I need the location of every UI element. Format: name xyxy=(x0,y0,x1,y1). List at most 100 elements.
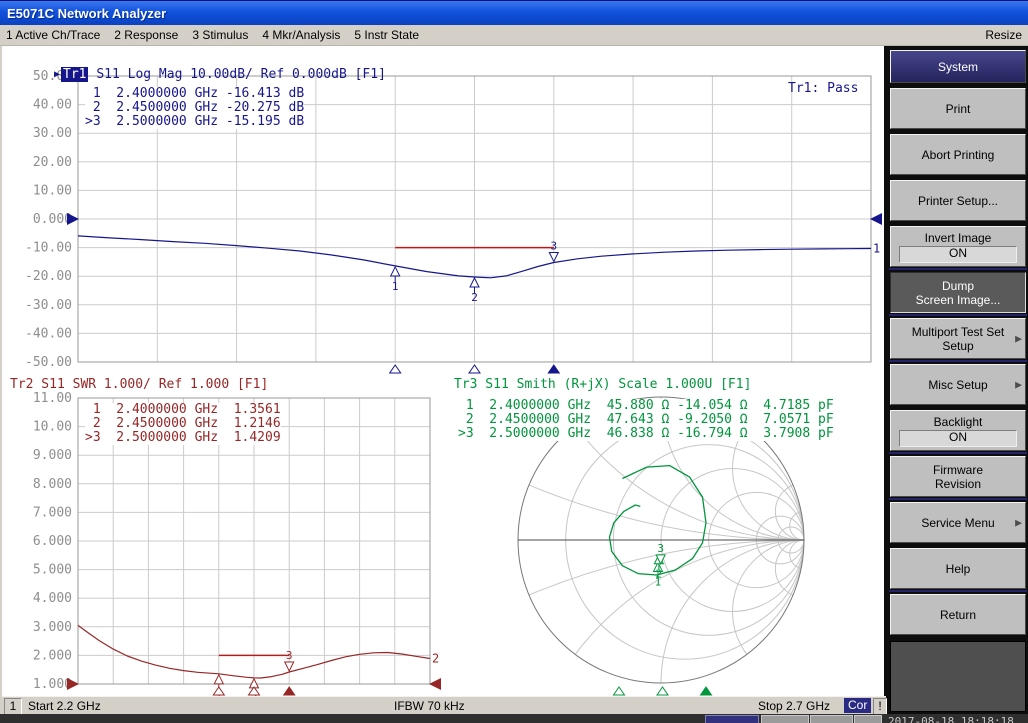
menu-bar: 1 Active Ch/Trace 2 Response 3 Stimulus 4 M… xyxy=(0,25,1028,46)
trace3-marker-table: 1 2.4000000 GHz 45.880 Ω -14.054 Ω 4.718… xyxy=(458,399,834,441)
svg-text:11.00: 11.00 xyxy=(33,391,72,406)
softkey-label: Service Menu xyxy=(921,516,994,530)
softkey-backlight[interactable]: BacklightON xyxy=(890,410,1026,451)
svg-text:2: 2 xyxy=(471,291,478,304)
stimulus-marker xyxy=(614,687,625,695)
trace-number-label: 2 xyxy=(432,652,439,666)
softkey-label: Abort Printing xyxy=(922,148,995,162)
ref-level-indicator-right xyxy=(870,213,882,225)
softkey-label: Help xyxy=(946,562,971,576)
softkey-print[interactable]: Print xyxy=(890,88,1026,129)
svg-text:10.00: 10.00 xyxy=(33,420,72,435)
marker-readout-row: 1 2.4000000 GHz -16.413 dB xyxy=(85,87,304,101)
softkey-label: Misc Setup xyxy=(928,378,987,392)
instrument-screen: 50.0040.0030.0020.0010.000.000-10.00-20.… xyxy=(2,46,885,696)
marker-glyph[interactable]: 1 xyxy=(391,267,400,293)
correction-badge: Cor xyxy=(844,698,871,713)
menu-item-4[interactable]: 4 Mkr/Analysis xyxy=(262,28,340,42)
taskbar-button[interactable] xyxy=(761,715,809,723)
submenu-arrow-icon: ▶ xyxy=(1015,380,1022,389)
marker-readout-row: 1 2.4000000 GHz 1.3561 xyxy=(85,403,281,417)
menu-item-1[interactable]: 1 Active Ch/Trace xyxy=(6,28,100,42)
menu-item-3[interactable]: 3 Stimulus xyxy=(192,28,248,42)
svg-text:40.00: 40.00 xyxy=(33,98,72,113)
network-analyzer-window: E5071C Network Analyzer 1 Active Ch/Trac… xyxy=(0,0,1028,723)
submenu-arrow-icon: ▶ xyxy=(1015,334,1022,343)
trace1-marker-table: 1 2.4000000 GHz -16.413 dB 2 2.4500000 G… xyxy=(85,87,304,129)
svg-text:7.000: 7.000 xyxy=(33,505,72,520)
trace3-header[interactable]: Tr3 S11 Smith (R+jX) Scale 1.000U [F1] xyxy=(454,377,751,392)
taskbar-button[interactable] xyxy=(854,715,882,723)
sweep-stop-label: Stop 2.7 GHz xyxy=(758,699,830,713)
svg-text:8.000: 8.000 xyxy=(33,477,72,492)
svg-text:6.000: 6.000 xyxy=(33,534,72,549)
taskbar-button[interactable] xyxy=(810,715,853,723)
stimulus-marker xyxy=(701,687,712,695)
softkey-state-value: ON xyxy=(899,246,1017,263)
svg-text:4.000: 4.000 xyxy=(33,591,72,606)
softkey-label: Invert Image xyxy=(925,231,992,245)
softkey-menu-title: System xyxy=(890,50,1026,83)
taskbar-strip: 2017-08-18 18:18:18 xyxy=(0,714,1028,723)
softkey-multiport-test-set-setup[interactable]: Multiport Test Set Setup ▶ xyxy=(890,318,1026,359)
svg-text:3.000: 3.000 xyxy=(33,620,72,635)
softkey-label: Dump Screen Image... xyxy=(916,279,1001,307)
svg-text:30.00: 30.00 xyxy=(33,126,72,141)
ref-level-indicator-left xyxy=(67,678,79,690)
marker-readout-row: >3 2.5000000 GHz 46.838 Ω -16.794 Ω 3.79… xyxy=(458,427,834,441)
softkey-service-menu[interactable]: Service Menu ▶ xyxy=(890,502,1026,543)
svg-text:2: 2 xyxy=(656,568,663,581)
ifbw-label: IFBW 70 kHz xyxy=(394,699,465,713)
resize-button[interactable]: Resize xyxy=(985,28,1022,42)
marker-readout-row: 1 2.4000000 GHz 45.880 Ω -14.054 Ω 4.718… xyxy=(458,399,834,413)
ref-level-indicator-right xyxy=(429,678,441,690)
softkey-menu: System Print Abort Printing Printer Setup.… xyxy=(884,46,1028,714)
trace1-chip: Tr1 xyxy=(61,67,88,82)
softkey-label: Backlight xyxy=(934,415,983,429)
taskbar-button-active[interactable] xyxy=(705,715,759,723)
submenu-arrow-icon: ▶ xyxy=(1015,518,1022,527)
svg-text:3: 3 xyxy=(286,649,293,662)
svg-text:0.000: 0.000 xyxy=(33,212,72,227)
softkey-invert-image[interactable]: Invert ImageON xyxy=(890,226,1026,267)
svg-text:20.00: 20.00 xyxy=(33,155,72,170)
active-trace-arrow-icon: ▶ xyxy=(54,69,60,80)
marker-glyph[interactable]: 3 xyxy=(285,649,294,671)
svg-text:2.000: 2.000 xyxy=(33,648,72,663)
stimulus-marker xyxy=(469,365,480,373)
svg-text:-20.00: -20.00 xyxy=(25,269,72,284)
svg-text:3: 3 xyxy=(657,542,664,555)
ref-level-indicator-left xyxy=(67,213,79,225)
svg-text:-30.00: -30.00 xyxy=(25,298,72,313)
marker-readout-row: >3 2.5000000 GHz 1.4209 xyxy=(85,431,281,445)
softkey-state-value: ON xyxy=(899,430,1017,447)
svg-text:-10.00: -10.00 xyxy=(25,241,72,256)
marker-glyph[interactable]: 2 xyxy=(470,278,479,304)
svg-text:3: 3 xyxy=(550,239,557,252)
trace2-header[interactable]: Tr2 S11 SWR 1.000/ Ref 1.000 [F1] xyxy=(10,377,268,392)
svg-text:1.000: 1.000 xyxy=(33,677,72,692)
marker-glyph[interactable]: 3 xyxy=(549,239,558,261)
softkey-label: Print xyxy=(946,102,971,116)
softkey-help[interactable]: Help xyxy=(890,548,1026,589)
softkey-label: Printer Setup... xyxy=(918,194,998,208)
title-bar: E5071C Network Analyzer xyxy=(0,0,1028,25)
softkey-misc-setup[interactable]: Misc Setup ▶ xyxy=(890,364,1026,405)
stimulus-marker xyxy=(284,687,295,695)
stimulus-marker xyxy=(657,687,668,695)
softkey-empty-area xyxy=(890,641,1026,712)
svg-text:-40.00: -40.00 xyxy=(25,326,72,341)
marker-readout-row: 2 2.4500000 GHz 1.2146 xyxy=(85,417,281,431)
softkey-dump-screen-image[interactable]: Dump Screen Image... xyxy=(890,272,1026,313)
softkey-printer-setup[interactable]: Printer Setup... xyxy=(890,180,1026,221)
svg-text:9.000: 9.000 xyxy=(33,448,72,463)
svg-text:1: 1 xyxy=(392,280,399,293)
softkey-abort-printing[interactable]: Abort Printing xyxy=(890,134,1026,175)
menu-item-2[interactable]: 2 Response xyxy=(114,28,178,42)
softkey-return[interactable]: Return xyxy=(890,594,1026,635)
softkey-label: Multiport Test Set Setup xyxy=(912,325,1004,353)
sweep-start-label: Start 2.2 GHz xyxy=(28,699,101,713)
stimulus-marker xyxy=(548,365,559,373)
softkey-firmware-revision[interactable]: Firmware Revision xyxy=(890,456,1026,497)
menu-item-5[interactable]: 5 Instr State xyxy=(354,28,419,42)
